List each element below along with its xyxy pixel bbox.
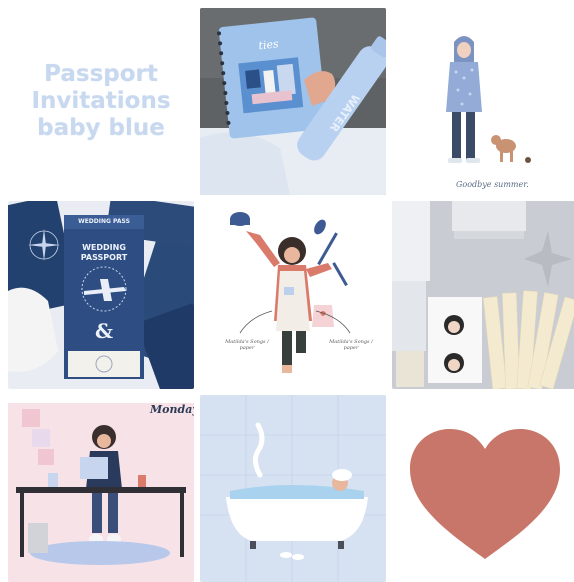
bath-illustration: [200, 395, 386, 582]
heart-graphic: [392, 395, 574, 582]
chef-left-note: Matilda's Songs / paper: [225, 339, 269, 351]
summer-caption: Goodbye summer.: [456, 180, 529, 189]
illustration-bath: [200, 395, 386, 582]
title-line-2: Invitations: [31, 88, 171, 114]
photo-notebook-bottle: ties WATER: [200, 8, 386, 195]
illustration-chef: Matilda's Songs / paper Matilda's Songs …: [200, 201, 386, 389]
pass-title-line1: WEDDING: [82, 243, 126, 252]
pass-title-line2: PASSPORT: [80, 253, 128, 262]
monday-illustration: [8, 395, 194, 582]
pass-header: WEDDING PASS: [78, 218, 130, 225]
photo-wedding-passport: WEDDING PASS WEDDING PASSPORT &: [8, 201, 194, 389]
stacked-cards-image: [392, 201, 574, 389]
heart-tile: [392, 395, 574, 582]
chef-illustration: [200, 201, 386, 389]
notebook-bottle-image: ties WATER: [200, 8, 386, 195]
svg-text:ties: ties: [258, 37, 280, 52]
pass-ampersand: &: [94, 319, 114, 343]
title-tile: Passport Invitations baby blue: [8, 8, 194, 195]
title-line-1: Passport: [44, 61, 158, 87]
chef-right-note: Matilda's Songs / paper: [329, 339, 373, 351]
monday-heading: Monday: [150, 403, 194, 416]
photo-stacked-cards: [392, 201, 574, 389]
illustration-monday: Monday: [8, 395, 194, 582]
moodboard-grid: Passport Invitations baby blue ties WATE…: [8, 8, 574, 582]
illustration-goodbye-summer: Goodbye summer.: [392, 8, 574, 195]
title-line-3: baby blue: [37, 115, 165, 141]
summer-illustration: [392, 8, 574, 195]
wedding-passport-image: [8, 201, 194, 389]
